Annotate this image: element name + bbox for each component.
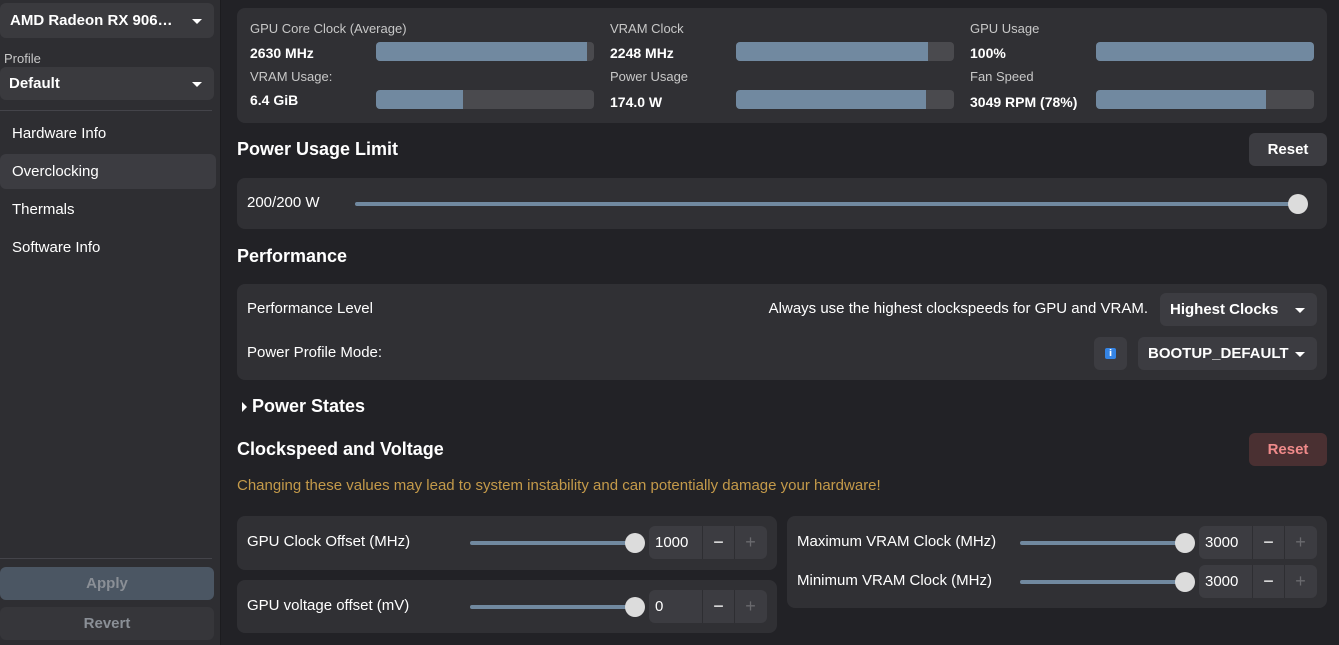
divider: [0, 558, 212, 559]
gpu-usage-value: 100%: [970, 45, 1006, 61]
nav-item-label: Software Info: [12, 239, 101, 256]
nav-item-overclocking[interactable]: Overclocking: [0, 154, 216, 189]
info-button[interactable]: i: [1094, 337, 1127, 370]
performance-level-description: Always use the highest clockspeeds for G…: [768, 300, 1148, 317]
power-limit-slider-track[interactable]: [355, 202, 1297, 206]
max-vram-clock-label: Maximum VRAM Clock (MHz): [797, 533, 997, 550]
chevron-down-icon: [192, 18, 202, 24]
warning-text: Changing these values may lead to system…: [237, 477, 881, 494]
min-vram-clock-value[interactable]: 3000: [1199, 573, 1252, 590]
gpu-voltage-offset-label: GPU voltage offset (mV): [247, 597, 410, 614]
power-limit-reset-button[interactable]: Reset: [1249, 133, 1327, 166]
increment-button[interactable]: +: [734, 526, 766, 559]
decrement-button[interactable]: −: [1252, 565, 1284, 598]
clockspeed-reset-button[interactable]: Reset: [1249, 433, 1327, 466]
gpu-selector-dropdown[interactable]: AMD Radeon RX 906…: [0, 3, 214, 38]
gpu-core-clock-label: GPU Core Clock (Average): [250, 21, 407, 36]
nav-item-thermals[interactable]: Thermals: [0, 192, 216, 227]
gpu-voltage-offset-slider-track[interactable]: [470, 605, 635, 609]
apply-button[interactable]: Apply: [0, 567, 214, 600]
power-usage-value: 174.0 W: [610, 94, 663, 110]
vram-clock-value: 2248 MHz: [610, 45, 674, 61]
fan-speed-label: Fan Speed: [970, 69, 1034, 84]
profile-label: Profile: [4, 51, 41, 66]
power-usage-bar: [736, 90, 954, 109]
vram-clock-label: VRAM Clock: [610, 21, 684, 36]
gpu-clock-offset-label: GPU Clock Offset (MHz): [247, 533, 411, 550]
performance-title: Performance: [237, 246, 348, 266]
power-limit-value: 200/200 W: [247, 194, 320, 211]
nav-item-label: Overclocking: [12, 163, 99, 180]
gpu-core-clock-bar: [376, 42, 594, 61]
performance-level-dropdown[interactable]: Highest Clocks: [1160, 293, 1317, 326]
chevron-down-icon: [192, 81, 202, 87]
power-limit-title: Power Usage Limit: [237, 139, 399, 159]
gpu-clock-offset-spinbox[interactable]: 1000 − +: [649, 526, 767, 559]
power-profile-mode-value: BOOTUP_DEFAULT: [1148, 345, 1289, 362]
power-limit-slider-handle[interactable]: [1288, 194, 1308, 214]
min-vram-clock-slider-handle[interactable]: [1175, 572, 1195, 592]
vram-usage-value: 6.4 GiB: [250, 92, 299, 108]
power-states-title: Power States: [252, 396, 366, 416]
gpu-voltage-offset-slider-handle[interactable]: [625, 597, 645, 617]
nav-item-label: Thermals: [12, 201, 75, 218]
clockspeed-title: Clockspeed and Voltage: [237, 439, 444, 459]
max-vram-clock-slider-track[interactable]: [1020, 541, 1185, 545]
min-vram-clock-slider-track[interactable]: [1020, 580, 1185, 584]
nav-item-label: Hardware Info: [12, 125, 107, 142]
decrement-button[interactable]: −: [702, 526, 734, 559]
profile-value: Default: [9, 75, 60, 92]
gpu-name: AMD Radeon RX 906…: [10, 12, 173, 29]
gpu-voltage-offset-spinbox[interactable]: 0 − +: [649, 590, 767, 623]
chevron-down-icon: [1295, 307, 1305, 313]
gpu-clock-offset-slider-handle[interactable]: [625, 533, 645, 553]
profile-dropdown[interactable]: Default: [0, 67, 214, 100]
gpu-usage-label: GPU Usage: [970, 21, 1040, 36]
increment-button[interactable]: +: [1284, 526, 1316, 559]
power-profile-mode-dropdown[interactable]: BOOTUP_DEFAULT: [1138, 337, 1317, 370]
min-vram-clock-spinbox[interactable]: 3000 − +: [1199, 565, 1317, 598]
fan-speed-bar: [1096, 90, 1314, 109]
chevron-down-icon: [1295, 351, 1305, 357]
max-vram-clock-slider-handle[interactable]: [1175, 533, 1195, 553]
vram-clock-bar: [736, 42, 954, 61]
vram-clock-card: Maximum VRAM Clock (MHz) 3000 − + Minimu…: [787, 516, 1327, 608]
fan-speed-value: 3049 RPM (78%): [970, 94, 1078, 110]
nav-item-hardware-info[interactable]: Hardware Info: [0, 116, 216, 151]
gpu-clock-offset-slider-track[interactable]: [470, 541, 635, 545]
performance-level-label: Performance Level: [247, 300, 373, 317]
gpu-usage-bar: [1096, 42, 1314, 61]
gpu-voltage-offset-value[interactable]: 0: [649, 598, 702, 615]
power-usage-label: Power Usage: [610, 69, 689, 84]
increment-button[interactable]: +: [1284, 565, 1316, 598]
chevron-right-icon: [242, 402, 247, 412]
revert-button[interactable]: Revert: [0, 607, 214, 640]
increment-button[interactable]: +: [734, 590, 766, 623]
info-icon: i: [1105, 348, 1116, 359]
gpu-core-clock-value: 2630 MHz: [250, 45, 314, 61]
stats-card: GPU Core Clock (Average) 2630 MHz VRAM C…: [237, 8, 1327, 123]
sidebar: AMD Radeon RX 906… Profile Default Hardw…: [0, 0, 221, 645]
nav-item-software-info[interactable]: Software Info: [0, 230, 216, 265]
min-vram-clock-label: Minimum VRAM Clock (MHz): [797, 572, 992, 589]
decrement-button[interactable]: −: [702, 590, 734, 623]
gpu-voltage-offset-card: GPU voltage offset (mV) 0 − +: [237, 580, 777, 633]
vram-usage-label: VRAM Usage:: [250, 69, 333, 84]
decrement-button[interactable]: −: [1252, 526, 1284, 559]
power-profile-mode-label: Power Profile Mode:: [247, 344, 383, 361]
max-vram-clock-spinbox[interactable]: 3000 − +: [1199, 526, 1317, 559]
power-states-expander[interactable]: Power States: [240, 396, 440, 418]
gpu-clock-offset-card: GPU Clock Offset (MHz) 1000 − +: [237, 516, 777, 570]
power-limit-card: 200/200 W: [237, 178, 1327, 229]
max-vram-clock-value[interactable]: 3000: [1199, 534, 1252, 551]
performance-card: Performance Level Always use the highest…: [237, 284, 1327, 380]
gpu-clock-offset-value[interactable]: 1000: [649, 534, 702, 551]
divider: [0, 110, 212, 111]
vram-usage-bar: [376, 90, 594, 109]
performance-level-value: Highest Clocks: [1170, 301, 1279, 318]
